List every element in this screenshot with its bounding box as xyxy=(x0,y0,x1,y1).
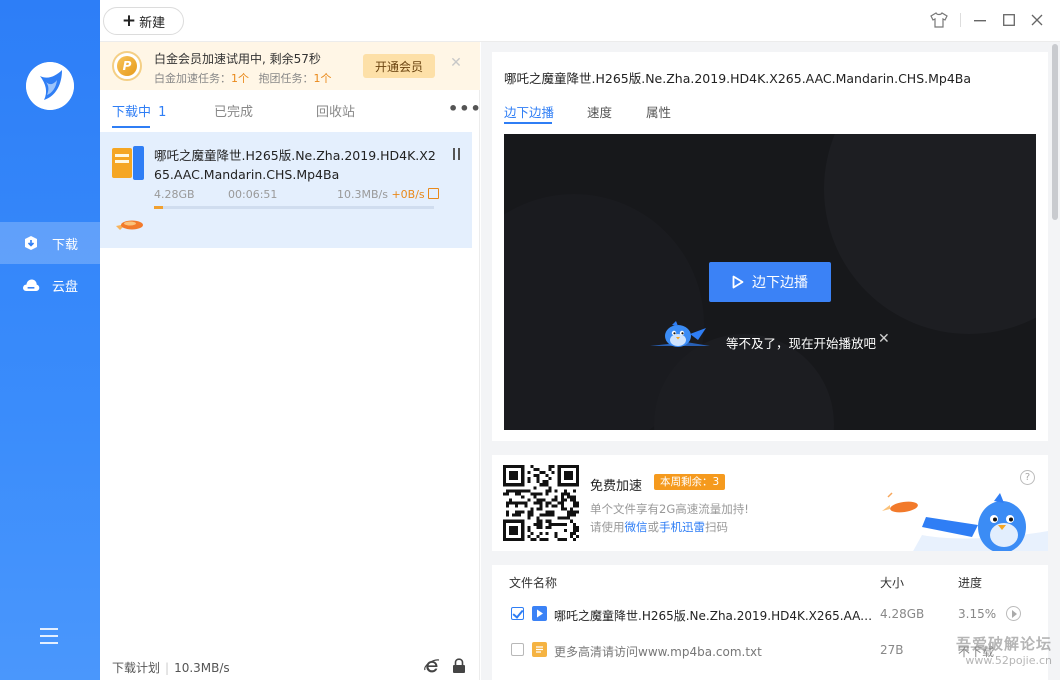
download-tabs: 下载中 1 已完成 回收站 ••• xyxy=(100,90,481,128)
free-accel-instruction: 请使用微信或手机迅雷扫码 xyxy=(590,520,728,534)
task-progress-bar xyxy=(154,206,434,209)
free-accel-desc: 单个文件享有2G高速流量加持! xyxy=(590,502,749,516)
text-file-icon xyxy=(532,642,547,657)
lock-icon[interactable] xyxy=(452,658,468,674)
sidebar-item-cloud[interactable]: 云盘 xyxy=(0,264,100,306)
browser-icon[interactable] xyxy=(424,658,440,674)
mascot-bird-icon xyxy=(650,320,712,352)
cloud-icon xyxy=(22,276,40,294)
more-options-icon[interactable]: ••• xyxy=(448,99,482,118)
skin-icon[interactable] xyxy=(929,10,949,30)
divider xyxy=(958,10,964,30)
download-icon xyxy=(22,234,40,252)
promo-mascot-icon xyxy=(882,481,1048,551)
file-progress: 3.15% xyxy=(958,607,997,621)
file-name: 更多高清请访问www.mp4ba.com.txt xyxy=(554,645,762,659)
play-button-label: 边下边播 xyxy=(752,275,808,291)
video-player[interactable]: 边下边播 等不及了，现在开始播放吧 ✕ xyxy=(504,134,1036,430)
tab-downloading[interactable]: 下载中 1 xyxy=(112,101,166,120)
accel-speed: +0B/s xyxy=(391,188,425,201)
col-size: 大小 xyxy=(880,576,905,590)
tip-close-icon[interactable]: ✕ xyxy=(878,332,892,346)
task-remaining-time: 00:06:51 xyxy=(228,188,278,201)
maximize-icon[interactable] xyxy=(999,10,1019,30)
sidebar-item-label: 下载 xyxy=(52,237,79,253)
close-icon[interactable] xyxy=(1027,10,1047,30)
menu-icon[interactable] xyxy=(40,628,58,644)
watermark-line1: 吾爱破解论坛 xyxy=(955,635,1052,653)
file-checkbox[interactable] xyxy=(511,643,524,656)
banner-subtitle: 白金加速任务：1个 抱团任务：1个 xyxy=(154,72,332,85)
scrollbar-thumb[interactable] xyxy=(1052,44,1058,220)
archive-file-icon xyxy=(112,146,144,180)
tab-speed[interactable]: 速度 xyxy=(587,102,612,121)
task-file-name: 哪吒之魔童降世.H265版.Ne.Zha.2019.HD4K.X265.AAC.… xyxy=(154,148,436,182)
download-task-item[interactable]: 哪吒之魔童降世.H265版.Ne.Zha.2019.HD4K.X265.AAC.… xyxy=(100,132,472,248)
qr-code-icon xyxy=(503,465,579,541)
sidebar-item-label: 云盘 xyxy=(52,279,79,295)
tab-recycle-bin[interactable]: 回收站 xyxy=(316,101,355,120)
tab-completed[interactable]: 已完成 xyxy=(214,101,253,120)
scrollbar[interactable] xyxy=(1050,42,1060,680)
banner-title: 白金会员加速试用中, 剩余57秒 xyxy=(154,52,321,66)
accel-icon xyxy=(427,188,439,199)
play-circle-icon[interactable] xyxy=(1006,606,1021,621)
pause-icon[interactable] xyxy=(452,148,462,160)
total-speed: 10.3MB/s xyxy=(174,661,230,675)
file-size: 27B xyxy=(880,643,904,657)
detail-tab-indicator xyxy=(504,122,552,124)
detail-file-title: 哪吒之魔童降世.H265版.Ne.Zha.2019.HD4K.X265.AAC.… xyxy=(504,71,972,86)
sidebar: 下载 云盘 xyxy=(0,0,100,680)
vip-badge-icon: P xyxy=(112,51,142,81)
play-tip-text: 等不及了，现在开始播放吧 xyxy=(726,336,877,351)
week-remaining-badge: 本周剩余：3 xyxy=(654,474,726,490)
watermark-line2: www.52pojie.cn xyxy=(965,654,1052,667)
thunder-app-link: 手机迅雷 xyxy=(659,520,705,534)
col-file-name: 文件名称 xyxy=(509,576,558,590)
sidebar-item-download[interactable]: 下载 xyxy=(0,222,100,264)
tab-play-while-download[interactable]: 边下边播 xyxy=(504,102,554,121)
open-vip-button[interactable]: 开通会员 xyxy=(363,54,435,78)
file-checkbox[interactable] xyxy=(511,607,524,620)
free-accel-card: 免费加速 本周剩余：3 单个文件享有2G高速流量加持! 请使用微信或手机迅雷扫码… xyxy=(492,455,1048,551)
task-speed: 10.3MB/s +0B/s xyxy=(337,188,439,201)
play-icon xyxy=(732,275,744,289)
video-file-icon xyxy=(532,606,547,621)
preview-card: 哪吒之魔童降世.H265版.Ne.Zha.2019.HD4K.X265.AAC.… xyxy=(492,52,1048,441)
task-progress-fill xyxy=(154,206,163,209)
file-size: 4.28GB xyxy=(880,607,925,621)
watermark: 吾爱破解论坛 www.52pojie.cn xyxy=(940,633,1052,667)
minimize-icon[interactable] xyxy=(970,10,990,30)
play-while-download-button[interactable]: 边下边播 xyxy=(709,262,831,302)
banner-close-icon[interactable]: ✕ xyxy=(449,56,463,70)
accel-bird-icon xyxy=(114,216,144,230)
list-footer: 下载计划 | 10.3MB/s xyxy=(100,648,480,680)
new-task-label: 新建 xyxy=(139,15,166,31)
tab-properties[interactable]: 属性 xyxy=(646,102,671,121)
task-size: 4.28GB xyxy=(154,188,195,201)
table-row[interactable]: 哪吒之魔童降世.H265版.Ne.Zha.2019.HD4K.X265.AAC.… xyxy=(492,596,1048,632)
col-progress: 进度 xyxy=(958,576,983,590)
download-plan[interactable]: 下载计划 | 10.3MB/s xyxy=(112,659,230,676)
active-tab-indicator xyxy=(112,126,150,128)
top-toolbar: + 新建 xyxy=(100,0,1060,42)
free-accel-title: 免费加速 xyxy=(590,479,643,494)
file-name: 哪吒之魔童降世.H265版.Ne.Zha.2019.HD4K.X265.AAC.… xyxy=(554,609,874,623)
app-logo-icon xyxy=(26,62,74,110)
download-list-panel: P 白金会员加速试用中, 剩余57秒 白金加速任务：1个 抱团任务：1个 开通会… xyxy=(100,42,481,680)
vip-trial-banner: P 白金会员加速试用中, 剩余57秒 白金加速任务：1个 抱团任务：1个 开通会… xyxy=(100,42,480,90)
new-task-button[interactable]: + 新建 xyxy=(103,7,184,35)
wechat-link: 微信 xyxy=(624,520,648,534)
plus-icon: + xyxy=(121,10,137,31)
